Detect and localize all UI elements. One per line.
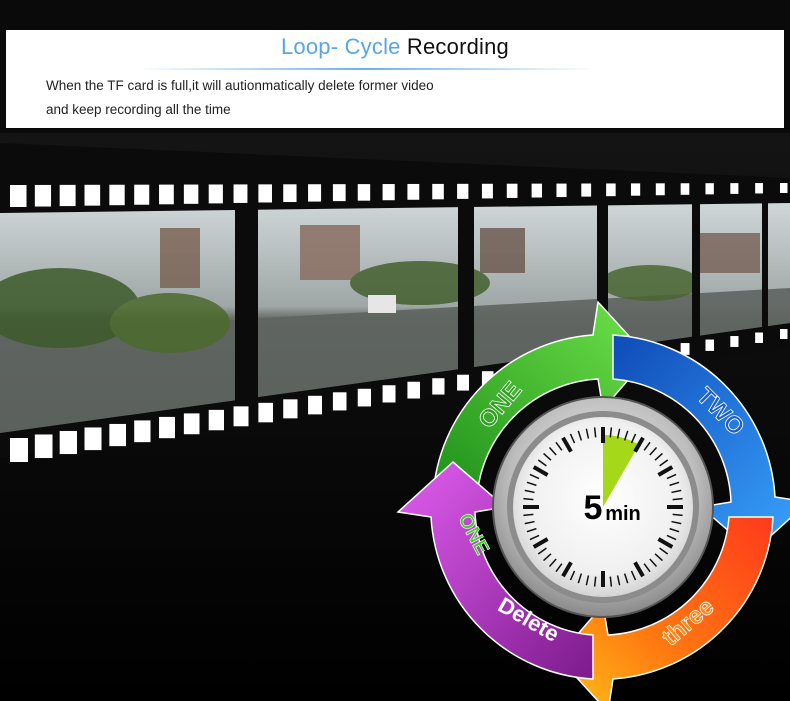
- film-perforation: [258, 402, 273, 423]
- film-perforation: [531, 183, 543, 198]
- film-perforation: [308, 395, 322, 415]
- film-perforation: [432, 378, 445, 395]
- film-perforation: [506, 183, 518, 198]
- dial-tick: [523, 497, 534, 501]
- dial-tick: [672, 513, 683, 517]
- film-perforation: [134, 420, 151, 443]
- film-perforation: [357, 388, 371, 407]
- page-title: Loop- Cycle Recording: [6, 34, 784, 60]
- film-perforation: [457, 183, 469, 199]
- title-highlight: Loop- Cycle: [281, 34, 401, 59]
- film-perforation: [283, 184, 297, 203]
- header-box: Loop- Cycle Recording When the TF card i…: [6, 30, 784, 128]
- film-perforation: [84, 427, 102, 451]
- film-perforation: [258, 184, 272, 203]
- film-perforation: [59, 430, 77, 455]
- description-line-2: and keep recording all the time: [46, 102, 231, 117]
- film-perforation: [332, 184, 346, 202]
- film-perforation: [34, 434, 53, 459]
- film-perforation: [432, 183, 444, 200]
- film-perforation: [34, 184, 52, 207]
- film-perforation: [382, 184, 395, 201]
- film-perforation: [332, 392, 347, 411]
- stopwatch-icon: 5 min: [492, 396, 714, 618]
- illustration: ONE TWO three ONE Delete 5 min: [0, 133, 790, 701]
- film-perforation: [59, 184, 76, 207]
- film-perforation: [755, 183, 763, 194]
- film-perforation: [655, 183, 665, 196]
- film-perforation: [630, 183, 641, 196]
- dial-tick: [593, 576, 597, 587]
- film-perforation: [233, 406, 249, 427]
- film-perforation: [705, 339, 714, 351]
- film-perforation: [680, 183, 690, 195]
- header-panel: Loop- Cycle Recording When the TF card i…: [0, 0, 790, 133]
- timer-unit: min: [605, 503, 641, 525]
- film-perforation: [780, 183, 788, 193]
- dial-tick: [609, 427, 613, 438]
- film-perforation: [556, 183, 567, 198]
- film-perforation: [208, 409, 224, 431]
- film-perforation: [10, 438, 28, 462]
- film-perforation: [730, 183, 739, 194]
- film-perforation: [84, 184, 101, 206]
- film-perforation: [382, 385, 396, 403]
- film-perforation: [208, 184, 223, 204]
- film-perforation: [109, 184, 125, 206]
- description-line-1: When the TF card is full,it will autionm…: [46, 78, 434, 93]
- film-perforation: [581, 183, 592, 197]
- film-perforation: [457, 374, 469, 391]
- film-perforation: [283, 399, 298, 419]
- film-perforation: [705, 183, 714, 195]
- film-perforation: [730, 336, 739, 347]
- title-underline: [136, 68, 596, 70]
- film-perforation: [183, 184, 199, 204]
- dial-tick: [672, 497, 683, 501]
- film-perforation: [755, 332, 763, 343]
- film-perforation: [159, 416, 175, 439]
- dial-tick: [593, 427, 597, 438]
- film-perforation: [357, 184, 371, 201]
- dial-tick: [609, 576, 613, 587]
- film-perforation: [183, 413, 200, 435]
- film-perforation: [407, 183, 420, 200]
- film-perforation: [308, 184, 322, 202]
- film-perforation: [606, 183, 616, 197]
- timer-number: 5: [584, 489, 603, 527]
- film-perforation: [233, 184, 248, 203]
- film-perforation: [780, 329, 788, 339]
- film-perforation: [134, 184, 150, 205]
- film-perforation: [159, 184, 174, 205]
- title-rest: Recording: [406, 34, 509, 59]
- film-perforation: [407, 381, 420, 399]
- dial-tick: [523, 513, 534, 517]
- film-perforation: [10, 185, 27, 207]
- film-perforation: [481, 183, 493, 199]
- film-perforation: [109, 423, 126, 447]
